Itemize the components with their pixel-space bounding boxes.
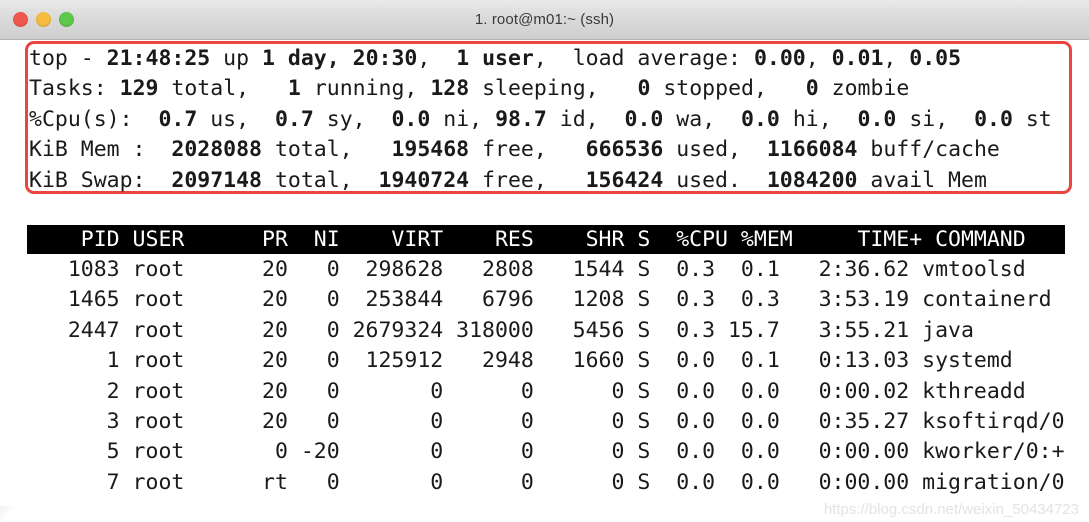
table-row[interactable]: 1465 root 20 0 253844 6796 1208 S 0.3 0.…: [29, 287, 1052, 312]
cpu-wa: 0.0: [624, 106, 664, 132]
tasks-sleeping: 128: [430, 76, 470, 102]
cpu-ni: 0.0: [391, 106, 431, 132]
top-uptime-line: top - 21:48:25 up 1 day, 20:30, 1 user, …: [29, 46, 962, 71]
mem-total: 2028088: [171, 137, 262, 163]
close-window-button[interactable]: [13, 12, 28, 27]
cpu-sy: 0.7: [274, 106, 314, 132]
maximize-window-button[interactable]: [59, 12, 74, 27]
table-row[interactable]: 1 root 20 0 125912 2948 1660 S 0.0 0.1 0…: [29, 348, 1013, 373]
terminal-content[interactable]: top - 21:48:25 up 1 day, 20:30, 1 user, …: [0, 40, 1089, 522]
mem-label: KiB Mem :: [29, 137, 146, 163]
tasks-running: 1: [287, 76, 301, 102]
swap-total: 2097148: [171, 167, 262, 193]
window-title: 1. root@m01:~ (ssh): [474, 11, 615, 28]
table-row[interactable]: 2 root 20 0 0 0 0 S 0.0 0.0 0:00.02 kthr…: [29, 379, 1026, 404]
table-row[interactable]: 3 root 20 0 0 0 0 S 0.0 0.0 0:35.27 ksof…: [29, 409, 1065, 434]
cpu-label: %Cpu(s):: [29, 106, 133, 132]
cpu-line: %Cpu(s): 0.7 us, 0.7 sy, 0.0 ni, 98.7 id…: [29, 106, 1052, 132]
mem-buffcache: 1166084: [766, 137, 858, 163]
cpu-us: 0.7: [158, 106, 198, 132]
tasks-line: Tasks: 129 total, 1 running, 128 sleepin…: [29, 76, 910, 102]
watermark: https://blog.csdn.net/weixin_50434723: [823, 501, 1079, 518]
terminal-window: 1. root@m01:~ (ssh) top - 21:48:25 up 1 …: [0, 0, 1089, 522]
swap-label: KiB Swap:: [29, 167, 146, 193]
process-table-rows[interactable]: 1083 root 20 0 298628 2808 1544 S 0.3 0.…: [29, 255, 1065, 498]
table-row[interactable]: 1083 root 20 0 298628 2808 1544 S 0.3 0.…: [29, 257, 1026, 282]
cpu-hi: 0.0: [741, 106, 780, 132]
tasks-zombie: 0: [805, 76, 819, 102]
cpu-st: 0.0: [974, 106, 1013, 132]
top-uptime: 1 day, 20:30: [262, 46, 418, 71]
swap-free: 1940724: [378, 167, 470, 193]
resize-corner[interactable]: [0, 506, 16, 522]
top-time: 21:48:25: [106, 46, 211, 71]
table-row[interactable]: 5 root 0 -20 0 0 0 S 0.0 0.0 0:00.00 kwo…: [29, 439, 1065, 464]
top-summary-block: top - 21:48:25 up 1 day, 20:30, 1 user, …: [29, 44, 1052, 196]
mem-line: KiB Mem : 2028088 total, 195468 free, 66…: [29, 137, 1000, 163]
process-table-header-text: PID USER PR NI VIRT RES SHR S %CPU %MEM …: [29, 227, 1026, 252]
load-avg-15: 0.05: [909, 46, 962, 71]
cpu-id: 98.7: [495, 106, 547, 132]
top-users: 1 user: [456, 46, 534, 71]
tasks-total: 129: [119, 76, 159, 102]
cpu-si: 0.0: [857, 106, 897, 132]
tasks-stopped: 0: [637, 76, 651, 102]
swap-used: 156424: [585, 167, 664, 193]
process-table-header-bar: PID USER PR NI VIRT RES SHR S %CPU %MEM …: [27, 225, 1065, 254]
load-avg-1: 0.00: [753, 46, 806, 71]
tasks-label: Tasks:: [29, 76, 107, 102]
swap-avail: 1084200: [766, 167, 858, 193]
mem-free: 195468: [391, 137, 470, 163]
minimize-window-button[interactable]: [36, 12, 51, 27]
swap-line: KiB Swap: 2097148 total, 1940724 free, 1…: [29, 167, 987, 193]
table-row[interactable]: 7 root rt 0 0 0 0 S 0.0 0.0 0:00.00 migr…: [29, 470, 1065, 495]
window-titlebar[interactable]: 1. root@m01:~ (ssh): [0, 0, 1089, 40]
mem-used: 666536: [585, 137, 664, 163]
traffic-light-group: [13, 0, 74, 39]
table-row[interactable]: 2447 root 20 0 2679324 318000 5456 S 0.3…: [29, 318, 974, 343]
load-avg-5: 0.01: [831, 46, 884, 71]
